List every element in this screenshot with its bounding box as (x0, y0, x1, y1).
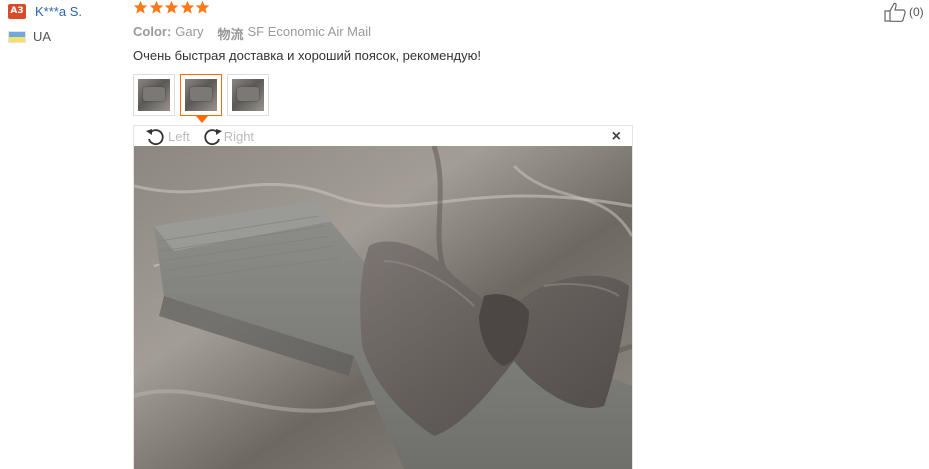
photo-thumbnail[interactable] (227, 74, 269, 116)
helpful-count: (0) (909, 5, 924, 19)
belt-photo-image (134, 146, 632, 469)
viewer-toolbar: Left Right × (134, 126, 632, 146)
star-icon (180, 0, 194, 14)
review-text: Очень быстрая доставка и хороший поясок,… (133, 48, 482, 63)
helpful-button[interactable]: (0) (884, 2, 924, 22)
close-viewer-button[interactable]: × (612, 128, 621, 146)
star-icon (164, 0, 179, 14)
photo-thumbnail[interactable] (133, 74, 175, 116)
shipping-label: 物流 (217, 27, 244, 42)
star-icon (149, 0, 163, 14)
star-icon (133, 0, 148, 14)
user-level-badge: A3 (8, 3, 26, 19)
rotate-left-icon (146, 129, 164, 146)
rotate-right-button[interactable]: Right (200, 126, 254, 146)
reviewer-name[interactable]: K***a S. (35, 4, 82, 19)
selected-indicator (196, 116, 208, 123)
country-flag-icon (8, 30, 26, 43)
rotate-right-icon (204, 129, 222, 146)
star-rating (133, 0, 211, 15)
reviewer-country: UA (33, 29, 52, 44)
thumbs-up-icon (884, 2, 906, 22)
rotate-right-label: Right (223, 128, 255, 144)
color-value: Gary (175, 24, 204, 39)
photo-viewer: Left Right × (133, 125, 633, 469)
reviewer-info: A3 K***a S. UA (8, 3, 128, 44)
rotate-left-label: Left (168, 128, 190, 144)
review-photo (134, 146, 632, 469)
rotate-left-button[interactable]: Left (144, 126, 190, 146)
photo-thumbnail-selected[interactable] (180, 74, 222, 116)
color-label: Color: (133, 24, 172, 39)
shipping-value: SF Economic Air Mail (247, 24, 372, 39)
order-info: Color: Gary 物流 SF Economic Air Mail (133, 24, 385, 43)
photo-thumbnails (133, 74, 274, 116)
star-icon (195, 0, 210, 14)
